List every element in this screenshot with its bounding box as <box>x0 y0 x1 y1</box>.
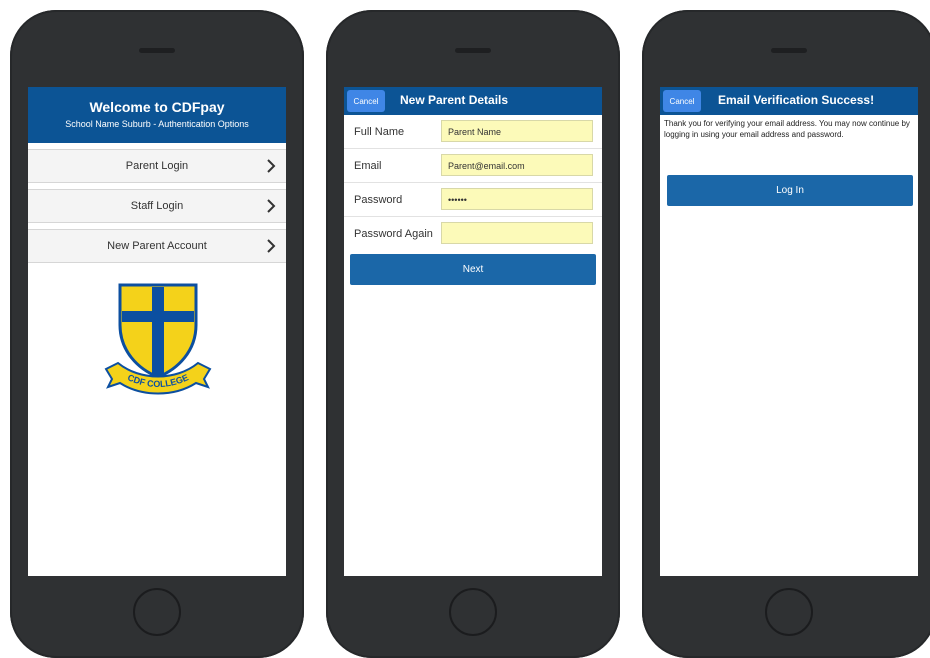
email-label: Email <box>354 160 382 172</box>
password-row: Password •••••• <box>344 183 602 217</box>
password-again-label: Password Again <box>354 228 433 240</box>
password-label: Password <box>354 194 403 206</box>
screen-auth-options: Welcome to CDFpay School Name Suburb - A… <box>28 87 286 576</box>
school-crest-logo: CDF COLLEGE <box>104 283 212 395</box>
option-label: New Parent Account <box>107 240 207 252</box>
verification-message: Thank you for verifying your email addre… <box>664 119 910 139</box>
phone-1: Welcome to CDFpay School Name Suburb - A… <box>10 10 304 658</box>
option-label: Parent Login <box>125 160 189 172</box>
email-input[interactable]: Parent@email.com <box>441 154 593 176</box>
phone-2: Cancel New Parent Details Full Name Pare… <box>326 10 620 658</box>
home-button[interactable] <box>449 588 497 636</box>
option-label: Staff Login <box>130 200 184 212</box>
page-subtitle: School Name Suburb - Authentication Opti… <box>65 119 249 129</box>
email-row: Email Parent@email.com <box>344 149 602 183</box>
full-name-label: Full Name <box>354 126 405 138</box>
phone-3: Cancel Email Verification Success! Thank… <box>642 10 930 658</box>
full-name-row: Full Name Parent Name <box>344 115 602 149</box>
speaker-grille <box>139 48 175 53</box>
page-title: Welcome to CDFpay <box>89 99 225 115</box>
home-button[interactable] <box>133 588 181 636</box>
page-title: Email Verification Success! <box>718 93 875 107</box>
chevron-right-icon <box>267 239 276 253</box>
chevron-right-icon <box>267 199 276 213</box>
header: Cancel New Parent Details <box>344 87 602 115</box>
next-button[interactable]: Next <box>350 254 596 285</box>
password-input[interactable]: •••••• <box>441 188 593 210</box>
page-title: New Parent Details <box>400 93 509 107</box>
password-again-input[interactable] <box>441 222 593 244</box>
screen-email-verification: Cancel Email Verification Success! Thank… <box>660 87 918 576</box>
parent-login-option[interactable]: Parent Login <box>28 149 286 183</box>
new-parent-account-option[interactable]: New Parent Account <box>28 229 286 263</box>
screen-new-parent-details: Cancel New Parent Details Full Name Pare… <box>344 87 602 576</box>
chevron-right-icon <box>267 159 276 173</box>
header: Cancel Email Verification Success! <box>660 87 918 115</box>
header: Welcome to CDFpay School Name Suburb - A… <box>28 87 286 143</box>
speaker-grille <box>455 48 491 53</box>
cancel-button[interactable]: Cancel <box>663 90 701 112</box>
staff-login-option[interactable]: Staff Login <box>28 189 286 223</box>
full-name-input[interactable]: Parent Name <box>441 120 593 142</box>
home-button[interactable] <box>765 588 813 636</box>
speaker-grille <box>771 48 807 53</box>
log-in-button[interactable]: Log In <box>667 175 913 206</box>
password-again-row: Password Again <box>344 217 602 250</box>
cancel-button[interactable]: Cancel <box>347 90 385 112</box>
